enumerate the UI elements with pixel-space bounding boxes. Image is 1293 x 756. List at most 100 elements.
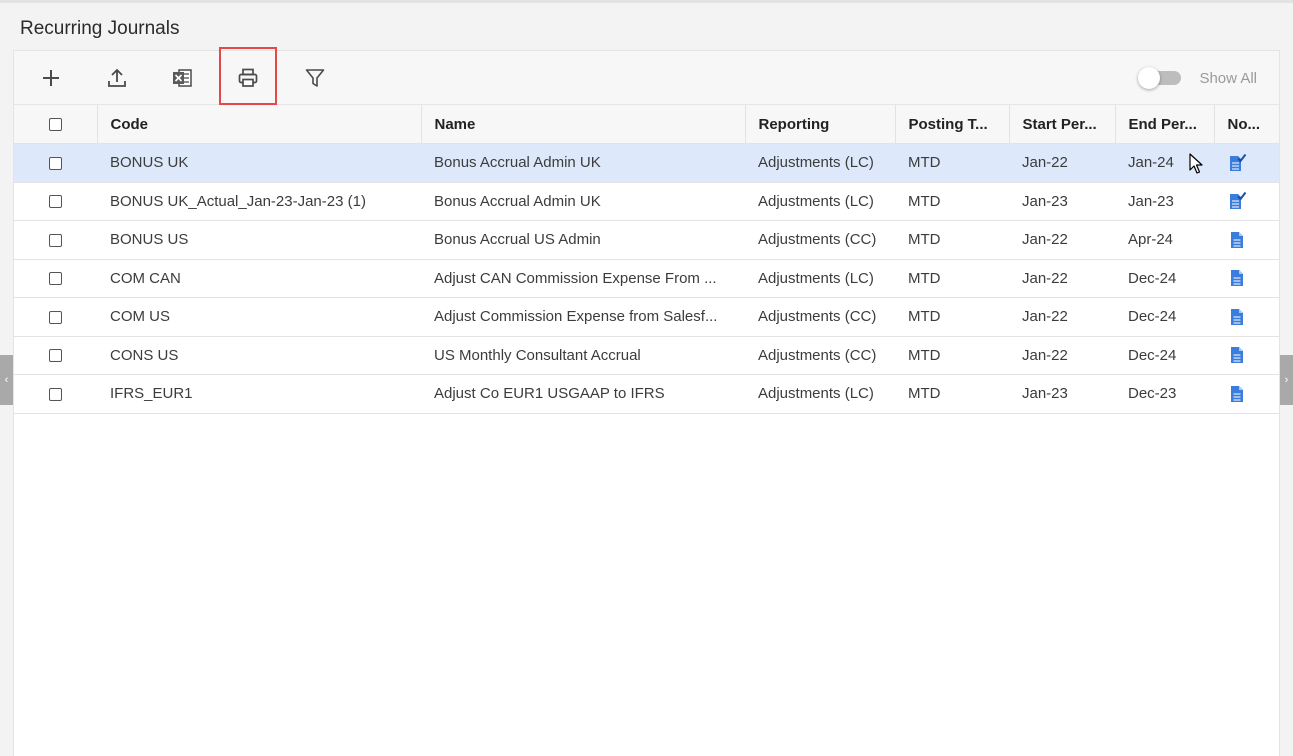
plus-icon	[43, 70, 59, 86]
cell-start-period: Jan-23	[1009, 374, 1115, 414]
note-icon[interactable]	[1227, 307, 1247, 327]
journals-panel: Show All Code Name Reporting Posting T..…	[13, 47, 1280, 756]
cell-start-period: Jan-23	[1009, 182, 1115, 221]
cell-reporting: Adjustments (LC)	[745, 374, 895, 414]
cell-end-period: Dec-24	[1115, 336, 1214, 375]
row-select-cell	[14, 374, 97, 414]
cell-posting-type: MTD	[895, 374, 1009, 414]
cell-posting-type: MTD	[895, 336, 1009, 375]
cell-notes	[1214, 297, 1279, 337]
row-select-cell	[14, 259, 97, 298]
column-header-reporting[interactable]: Reporting	[744, 105, 895, 144]
cell-notes	[1214, 143, 1279, 183]
table-row[interactable]: COM US Adjust Commission Expense from Sal…	[14, 297, 1279, 337]
cell-posting-type: MTD	[895, 220, 1009, 260]
show-all-control: Show All	[1138, 67, 1257, 89]
cell-code: CONS US	[97, 336, 421, 375]
note-icon[interactable]	[1227, 268, 1247, 288]
cell-notes	[1214, 336, 1279, 375]
table-row[interactable]: CONS US US Monthly Consultant Accrual Adju…	[14, 336, 1279, 375]
cell-posting-type: MTD	[895, 182, 1009, 221]
cell-notes	[1214, 182, 1279, 221]
upload-button[interactable]	[99, 61, 135, 95]
row-checkbox[interactable]	[49, 233, 62, 247]
cell-end-period: Jan-23	[1115, 182, 1214, 221]
cell-start-period: Jan-22	[1009, 143, 1115, 183]
toolbar: Show All	[14, 47, 1279, 105]
cell-end-period: Dec-24	[1115, 297, 1214, 337]
cell-name: Bonus Accrual Admin UK	[421, 182, 745, 221]
cell-reporting: Adjustments (CC)	[745, 297, 895, 337]
select-all-header	[14, 105, 97, 144]
note-check-icon[interactable]	[1227, 191, 1247, 211]
row-select-cell	[14, 297, 97, 337]
row-select-cell	[14, 336, 97, 375]
journals-table: Code Name Reporting Posting T... Start P…	[14, 105, 1279, 414]
table-row[interactable]: IFRS_EUR1 Adjust Co EUR1 USGAAP to IFRS Ad…	[14, 374, 1279, 414]
print-button[interactable]	[230, 61, 266, 95]
column-header-start-period[interactable]: Start Per...	[1008, 105, 1115, 144]
chevron-right-icon: ›	[1284, 374, 1289, 386]
show-all-toggle[interactable]	[1138, 67, 1182, 89]
cell-end-period: Apr-24	[1115, 220, 1214, 260]
cell-start-period: Jan-22	[1009, 259, 1115, 298]
table-row[interactable]: BONUS US Bonus Accrual US Admin Adjustment…	[14, 220, 1279, 260]
column-header-end-period[interactable]: End Per...	[1114, 105, 1214, 144]
note-icon[interactable]	[1227, 345, 1247, 365]
row-checkbox[interactable]	[49, 387, 62, 401]
cell-name: Adjust Co EUR1 USGAAP to IFRS	[421, 374, 745, 414]
row-checkbox[interactable]	[49, 349, 62, 363]
note-icon[interactable]	[1227, 230, 1247, 250]
table-row[interactable]: BONUS UK_Actual_Jan-23-Jan-23 (1) Bonus A…	[14, 182, 1279, 221]
excel-icon	[173, 69, 192, 87]
cell-code: COM US	[97, 297, 421, 337]
column-header-posting-type[interactable]: Posting T...	[894, 105, 1009, 144]
cell-posting-type: MTD	[895, 297, 1009, 337]
row-checkbox[interactable]	[49, 272, 62, 286]
top-divider	[0, 0, 1293, 3]
cell-reporting: Adjustments (LC)	[745, 259, 895, 298]
printer-icon	[238, 68, 258, 87]
cell-notes	[1214, 259, 1279, 298]
mouse-cursor-icon	[1189, 153, 1203, 174]
cell-name: Adjust CAN Commission Expense From ...	[421, 259, 745, 298]
table-row[interactable]: BONUS UK Bonus Accrual Admin UK Adjustment…	[14, 143, 1279, 183]
column-header-name[interactable]: Name	[420, 105, 745, 144]
cell-notes	[1214, 374, 1279, 414]
show-all-label: Show All	[1199, 69, 1257, 87]
cell-code: BONUS UK	[97, 143, 421, 183]
upload-icon	[108, 68, 126, 87]
chevron-left-icon: ‹	[4, 374, 9, 386]
cell-notes	[1214, 220, 1279, 260]
left-collapse-handle[interactable]: ‹	[0, 355, 13, 405]
right-collapse-handle[interactable]: ›	[1280, 355, 1293, 405]
cell-reporting: Adjustments (LC)	[745, 182, 895, 221]
row-checkbox[interactable]	[49, 195, 62, 209]
cell-name: US Monthly Consultant Accrual	[421, 336, 745, 375]
cell-end-period: Dec-24	[1115, 259, 1214, 298]
row-select-cell	[14, 143, 97, 183]
row-select-cell	[14, 182, 97, 221]
cell-code: COM CAN	[97, 259, 421, 298]
note-icon[interactable]	[1227, 384, 1247, 404]
cell-reporting: Adjustments (CC)	[745, 220, 895, 260]
column-header-code[interactable]: Code	[96, 105, 421, 144]
cell-reporting: Adjustments (CC)	[745, 336, 895, 375]
cell-name: Adjust Commission Expense from Salesf...	[421, 297, 745, 337]
table-header-row: Code Name Reporting Posting T... Start P…	[14, 105, 1279, 144]
table-row[interactable]: COM CAN Adjust CAN Commission Expense Fro…	[14, 259, 1279, 298]
excel-export-button[interactable]	[164, 61, 200, 95]
column-header-notes[interactable]: No...	[1213, 105, 1279, 144]
row-checkbox[interactable]	[49, 156, 62, 170]
cell-reporting: Adjustments (LC)	[745, 143, 895, 183]
cell-posting-type: MTD	[895, 143, 1009, 183]
row-select-cell	[14, 220, 97, 260]
cell-name: Bonus Accrual Admin UK	[421, 143, 745, 183]
row-checkbox[interactable]	[49, 310, 62, 324]
cell-start-period: Jan-22	[1009, 220, 1115, 260]
cell-start-period: Jan-22	[1009, 336, 1115, 375]
note-check-icon[interactable]	[1227, 153, 1247, 173]
add-button[interactable]	[33, 61, 69, 95]
select-all-checkbox[interactable]	[48, 118, 62, 132]
filter-button[interactable]	[297, 61, 333, 95]
